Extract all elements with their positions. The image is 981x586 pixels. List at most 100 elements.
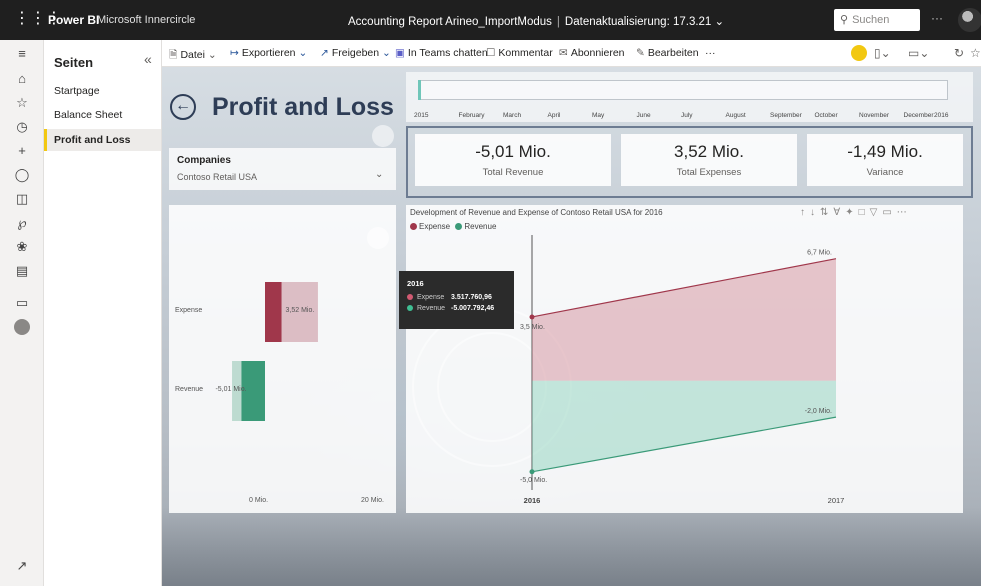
comment-button[interactable]: ☐ Kommentar [486,47,553,59]
chart-title: Development of Revenue and Expense of Co… [410,208,663,217]
chevron-down-icon[interactable]: ⌄ [375,169,383,180]
share-menu[interactable]: ↗ Freigeben ⌄ [320,47,394,59]
bar-category-label: Expense [175,307,203,314]
page-title: Profit and Loss [212,93,394,121]
edit-button[interactable]: ✎ Bearbeiten [636,47,699,59]
expand-arrow-icon[interactable]: ↗ [0,558,44,574]
report-toolbar: 🗎 Datei ⌄ ↦ Exportieren ⌄ ↗ Freigeben ⌄ ▣ In… [162,40,981,67]
timeline-label: July [681,112,693,119]
bar-axis-tick-label: 0 Mio. [249,497,269,504]
mail-icon: ✉ [559,47,568,59]
legend-expense-label[interactable]: Expense [419,222,450,231]
report-title-bar[interactable]: Accounting Report Arineo_ImportModus | Dat… [348,14,724,28]
teams-chat-button[interactable]: ▣ In Teams chatten [395,47,488,59]
visual-header-toolbar[interactable]: ↑↓⇅∀✦□▽▭⋯ [800,207,912,218]
page-item-startpage[interactable]: Startpage [44,80,161,102]
area-revenue[interactable] [532,380,836,472]
file-icon: 🗎 [169,49,178,61]
datasets-icon[interactable]: ◯ [0,167,44,183]
search-placeholder: Suchen [852,14,890,26]
area-expense[interactable] [532,258,836,381]
favorite-star-icon[interactable]: ☆ [970,46,981,60]
title-separator: | [556,16,560,28]
timeline-track[interactable] [418,80,948,100]
refresh-info: Datenaktualisierung: 17.3.21 [564,16,712,28]
timeline-label: September [770,112,802,119]
timeline-label: June [636,112,651,119]
app-launcher-icon[interactable]: ⋮⋮⋮ [14,10,62,28]
home-icon[interactable]: ⌂ [0,71,44,86]
subscribe-button[interactable]: ✉ Abonnieren [559,47,625,59]
workspaces-icon[interactable]: ▭ [0,295,44,311]
page-item-balance-sheet[interactable]: Balance Sheet [44,104,161,126]
brand-name[interactable]: Power BI [48,13,99,27]
share-icon: ↗ [320,47,329,59]
goals-icon[interactable]: ◫ [0,191,44,207]
point-revenue[interactable] [529,469,535,475]
recent-clock-icon[interactable]: ◷ [0,119,44,135]
kpi-card-total-expenses[interactable]: 3,52 Mio. Total Expenses [621,134,797,186]
pages-header: Seiten [54,55,94,70]
file-menu[interactable]: 🗎 Datei ⌄ [169,47,220,65]
avatar[interactable] [958,8,981,32]
kpi-label: Variance [866,167,904,178]
export-arrow-icon: ↦ [230,47,239,59]
timeline-label: November [859,112,889,119]
deployment-rocket-icon[interactable]: ❀ [0,239,44,255]
legend-revenue-dot [455,223,463,230]
pages-pane: Seiten « Startpage Balance Sheet Profit … [44,40,162,586]
x-axis-tick-label: 2016 [524,496,541,505]
create-plus-icon[interactable]: + [0,143,44,158]
feedback-smiley-icon[interactable] [851,45,867,61]
bar-expense[interactable] [265,282,282,342]
kpi-card-variance[interactable]: -1,49 Mio. Variance [807,134,963,186]
back-arrow-icon[interactable]: ← [170,94,196,120]
slicer-label: Companies [177,155,231,166]
view-icon[interactable]: ▭⌄ [908,46,929,60]
legend-expense-dot [410,223,417,230]
point-expense[interactable] [529,314,535,320]
learn-book-icon[interactable]: ▤ [0,263,44,279]
search-box[interactable]: ⚲ Suchen [834,9,920,31]
chevron-down-icon: ⌄ [382,47,391,59]
slicer-value[interactable]: Contoso Retail USA [177,172,257,182]
area-chart-development[interactable]: 3,5 Mio. 6,7 Mio. -5,0 Mio. -2,0 Mio. 2016 20… [406,205,963,513]
toolbar-more-button[interactable]: ··· [705,47,716,59]
decor-node [372,125,394,147]
company-slicer[interactable]: Companies Contoso Retail USA ⌄ [169,148,396,190]
timeline-label: August [725,112,746,119]
kpi-card-total-revenue[interactable]: -5,01 Mio. Total Revenue [415,134,611,186]
bookmark-icon[interactable]: ▯⌄ [874,46,891,60]
nav-rail: ≡ ⌂ ☆ ◷ + ◯ ◫ ℘ ❀ ▤ ▭ ↗ [0,40,44,586]
export-menu[interactable]: ↦ Exportieren ⌄ [230,47,310,59]
kpi-value: 3,52 Mio. [674,142,744,161]
workspace-avatar-icon[interactable] [0,319,44,338]
tooltip-header: 2016 [407,279,424,288]
legend-revenue-label[interactable]: Revenue [464,222,496,231]
search-icon: ⚲ [840,14,849,26]
report-canvas: ← Profit and Loss Companies Contoso Reta… [162,67,981,586]
workspace-name[interactable]: Microsoft Innercircle [97,14,195,26]
hamburger-icon[interactable]: ≡ [0,46,44,61]
more-options-icon[interactable]: ··· [931,11,943,25]
bar-axis-tick-label: 20 Mio. [361,497,384,504]
x-axis-tick-label: 2017 [828,496,845,505]
refresh-icon[interactable]: ↻ [954,46,964,60]
page-item-profit-and-loss[interactable]: Profit and Loss [44,129,161,151]
chart-legend: Expense Revenue [410,222,496,231]
chevron-down-icon[interactable]: ⌄ [715,16,725,28]
timeline-label: May [592,112,605,119]
apps-icon[interactable]: ℘ [0,215,44,231]
tooltip-revenue-dot [407,305,413,311]
timeline-handle[interactable] [418,80,421,100]
collapse-pane-icon[interactable]: « [144,51,152,67]
pencil-icon: ✎ [636,47,645,59]
timeline-label: December [903,112,934,119]
bar-data-label: 3,52 Mio. [285,307,315,314]
bar-category-label: Revenue [175,386,204,393]
timeline-slicer[interactable]: 2015 February March April May June July August S… [406,72,973,122]
bar-chart-expense-revenue[interactable]: Expense 3,52 Mio. Revenue -5,01 Mio. 0 Mio. 2… [169,205,396,513]
area-data-label: -5,0 Mio. [520,477,547,484]
favorites-star-icon[interactable]: ☆ [0,95,44,111]
timeline-label: 2016 [934,112,949,119]
